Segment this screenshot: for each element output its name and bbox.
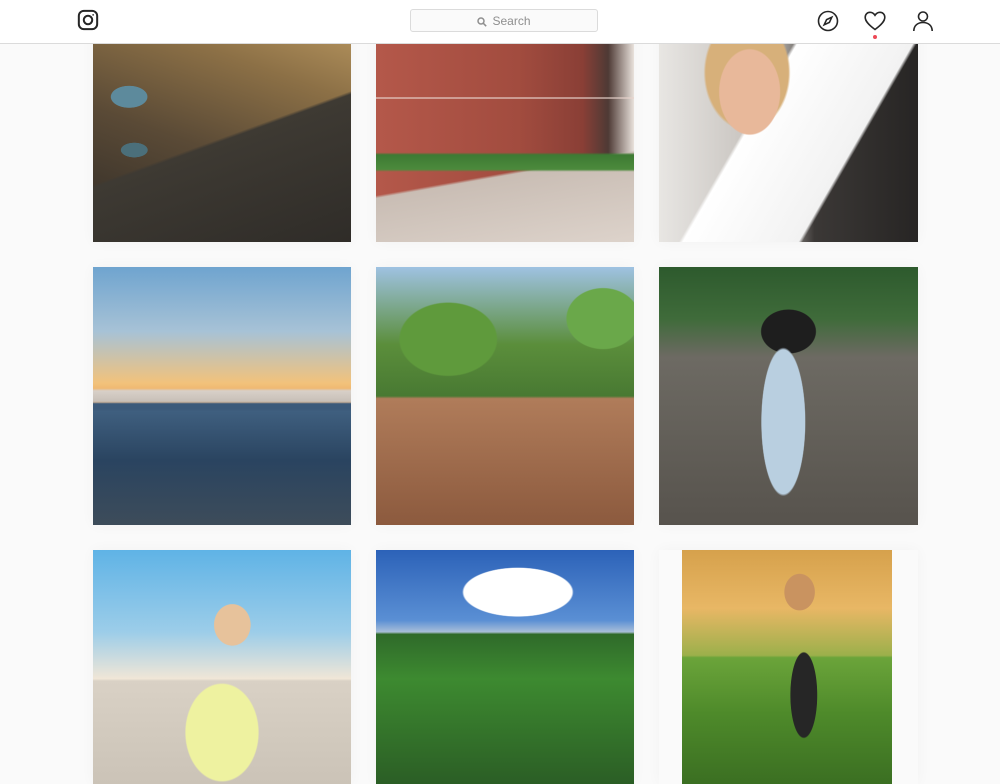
photo-river-valley — [376, 550, 634, 784]
search-input[interactable]: Search — [410, 9, 598, 32]
photo-tile-woman-dry-grass[interactable] — [659, 267, 918, 525]
search-icon — [477, 16, 488, 27]
photo-tile-woman-yellow-tshirt[interactable] — [93, 550, 351, 784]
photo-tile-harbor-sunset-boats[interactable] — [93, 267, 351, 525]
photo-harbor-sunset-boats — [93, 267, 351, 525]
instagram-icon[interactable] — [77, 9, 99, 31]
photo-tile-woman-sunset-meadow[interactable] — [659, 550, 918, 784]
photo-woman-yellow-tshirt — [93, 550, 351, 784]
top-navigation-bar: Search — [0, 0, 1000, 44]
heart-icon[interactable] — [863, 9, 887, 33]
photo-green-hexagon-building — [376, 267, 634, 525]
photo-woman-dry-grass — [659, 267, 918, 525]
user-icon[interactable] — [911, 9, 935, 33]
photo-woman-sunset-meadow — [682, 550, 892, 784]
photo-grid — [0, 0, 1000, 784]
photo-tile-river-valley[interactable] — [376, 550, 634, 784]
photo-tile-green-hexagon-building[interactable] — [376, 267, 634, 525]
notification-dot — [873, 35, 877, 39]
search-placeholder: Search — [492, 13, 531, 28]
compass-icon[interactable] — [816, 9, 840, 33]
